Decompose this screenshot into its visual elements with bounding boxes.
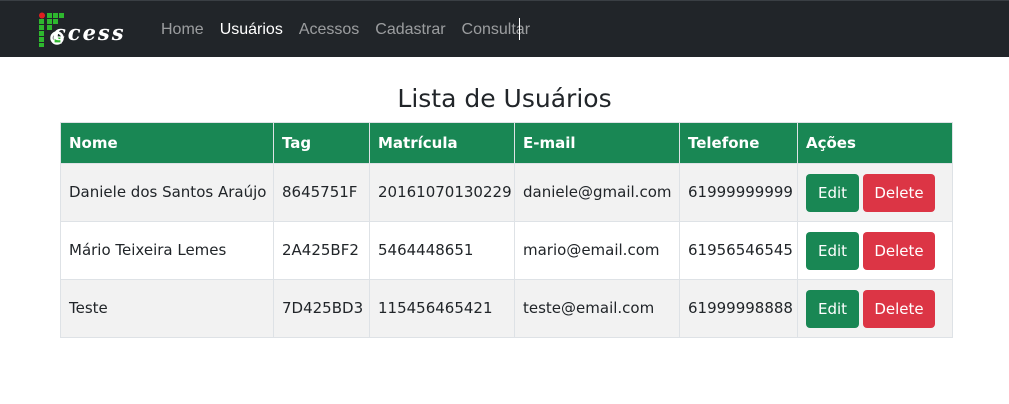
cell-telefone: 61956546545 (679, 221, 798, 280)
cell-matricula: 20161070130229 (369, 163, 515, 222)
table-row: Mário Teixeira Lemes 2A425BF2 5464448651… (60, 221, 953, 280)
col-header-telefone: Telefone (679, 122, 798, 164)
table-row: Daniele dos Santos Araújo 8645751F 20161… (60, 163, 953, 222)
col-header-tag: Tag (273, 122, 370, 164)
text-cursor (519, 18, 520, 40)
cell-nome: Mário Teixeira Lemes (60, 221, 274, 280)
col-header-matricula: Matrícula (369, 122, 515, 164)
cell-email: daniele@gmail.com (514, 163, 680, 222)
cell-tag: 7D425BD3 (273, 279, 370, 338)
edit-button[interactable]: Edit (806, 173, 859, 212)
delete-button[interactable]: Delete (863, 173, 935, 212)
col-header-acoes: Ações (797, 122, 953, 164)
users-table: Nome Tag Matrícula E-mail Telefone Ações… (60, 122, 953, 338)
nav-link-usuarios[interactable]: Usuários (220, 20, 283, 42)
edit-button[interactable]: Edit (806, 289, 859, 328)
cell-matricula: 5464448651 (369, 221, 515, 280)
brand-text: ccess (53, 20, 126, 45)
cell-acoes: Edit Delete (797, 279, 953, 338)
cell-tag: 2A425BF2 (273, 221, 370, 280)
cell-telefone: 61999999999 (679, 163, 798, 222)
cell-tag: 8645751F (273, 163, 370, 222)
nav-links: Home Usuários Acessos Cadastrar Consulta… (161, 20, 546, 42)
cell-nome: Teste (60, 279, 274, 338)
brand-logo[interactable]: ccess (37, 12, 141, 48)
table-row: Teste 7D425BD3 115456465421 teste@email.… (60, 279, 953, 338)
cell-matricula: 115456465421 (369, 279, 515, 338)
page-title: Lista de Usuários (397, 84, 612, 113)
delete-button[interactable]: Delete (863, 289, 935, 328)
cell-telefone: 61999998888 (679, 279, 798, 338)
cell-nome: Daniele dos Santos Araújo (60, 163, 274, 222)
cell-acoes: Edit Delete (797, 221, 953, 280)
col-header-nome: Nome (60, 122, 274, 164)
cell-acoes: Edit Delete (797, 163, 953, 222)
delete-button[interactable]: Delete (863, 231, 935, 270)
nav-link-cadastrar[interactable]: Cadastrar (375, 20, 445, 42)
nav-link-acessos[interactable]: Acessos (299, 20, 359, 42)
navbar: ccess Home Usuários Acessos Cadastrar Co… (0, 0, 1009, 57)
col-header-email: E-mail (514, 122, 680, 164)
edit-button[interactable]: Edit (806, 231, 859, 270)
table-header-row: Nome Tag Matrícula E-mail Telefone Ações (60, 122, 953, 164)
nav-link-home[interactable]: Home (161, 20, 204, 42)
cell-email: teste@email.com (514, 279, 680, 338)
cell-email: mario@email.com (514, 221, 680, 280)
